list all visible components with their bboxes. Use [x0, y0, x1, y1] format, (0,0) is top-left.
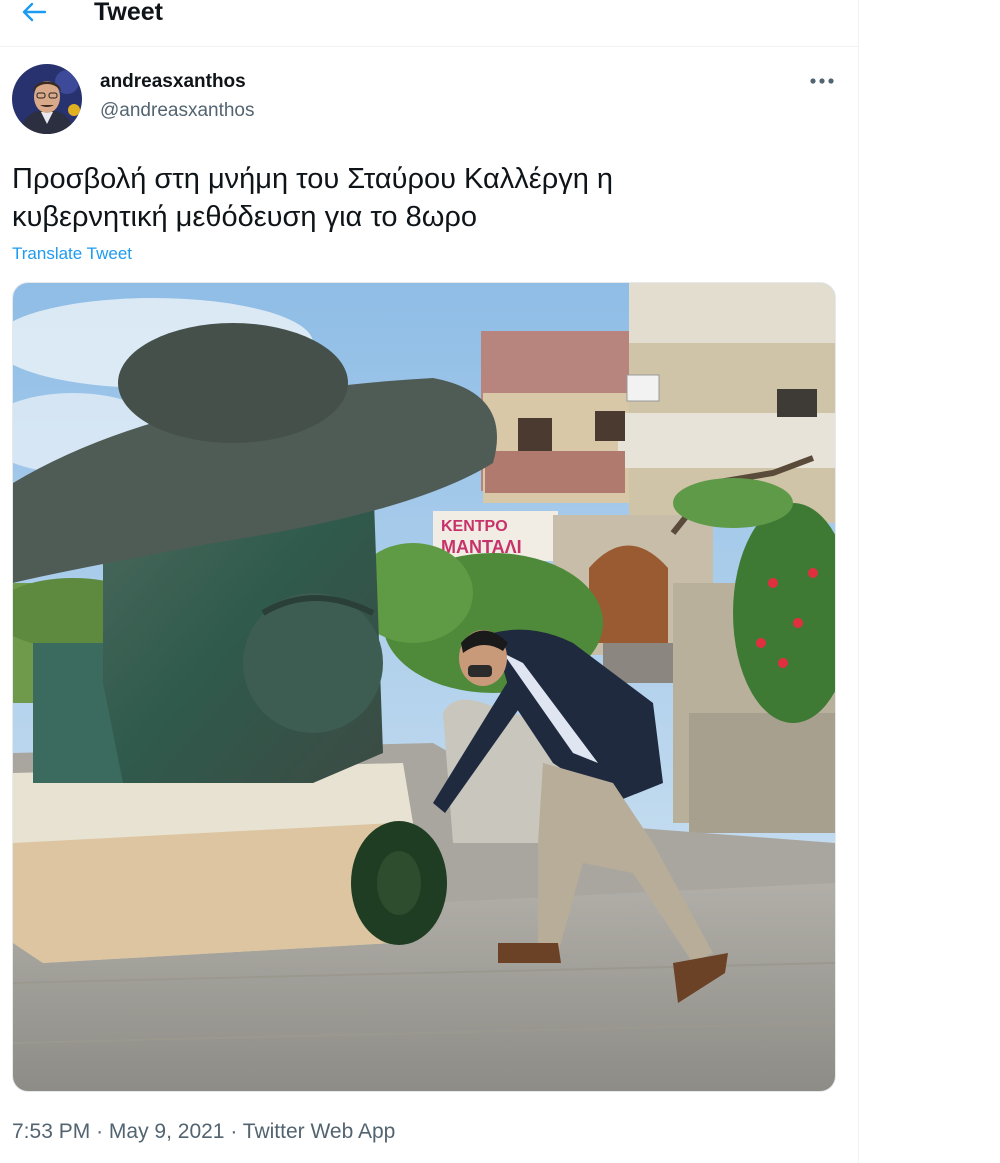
tweet-source[interactable]: Twitter Web App [243, 1120, 396, 1143]
more-horizontal-icon [810, 78, 834, 84]
back-button[interactable] [14, 0, 54, 30]
author-handle[interactable]: @andreasxanthos [100, 99, 255, 123]
monument-photo: ΚΕΝΤΡΟ ΜΑΝΤΑΛΙ [13, 283, 835, 1091]
tweet-photo[interactable]: ΚΕΝΤΡΟ ΜΑΝΤΑΛΙ [12, 282, 836, 1092]
tweet-text: Προσβολή στη μνήμη του Σταύρου Καλλέργη … [12, 160, 832, 236]
tweet-time[interactable]: 7:53 PM [12, 1120, 90, 1143]
tweet-detail-column: Tweet andreasxanthos @andreasxanthos Προ… [0, 0, 859, 1163]
tweet-text-line: κυβερνητική μεθόδευση για το 8ωρο [12, 201, 477, 233]
more-options-button[interactable] [803, 66, 841, 96]
translate-tweet-link[interactable]: Translate Tweet [12, 243, 132, 265]
shop-sign-text: ΚΕΝΤΡΟ [441, 518, 508, 535]
page-title: Tweet [94, 0, 163, 26]
arrow-left-icon [22, 2, 47, 22]
tweet-text-line: Προσβολή στη μνήμη του Σταύρου Καλλέργη … [12, 163, 614, 195]
avatar-image [12, 64, 82, 134]
meta-separator: · [230, 1120, 238, 1143]
tweet-meta: 7:53 PM · May 9, 2021 · Twitter Web App [12, 1118, 395, 1146]
top-bar: Tweet [0, 0, 858, 47]
tweet-date[interactable]: May 9, 2021 [109, 1120, 225, 1143]
author-display-name[interactable]: andreasxanthos [100, 70, 246, 94]
meta-separator: · [96, 1120, 104, 1143]
avatar[interactable] [12, 64, 82, 134]
